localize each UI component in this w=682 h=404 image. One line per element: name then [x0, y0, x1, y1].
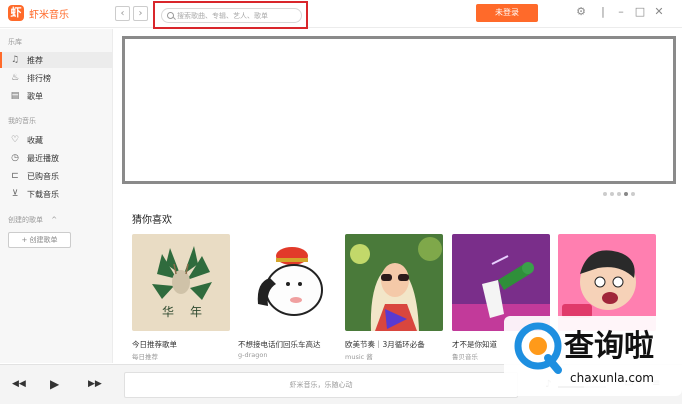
playlist-card[interactable]: 华 年 今日推荐歌单 每日推荐 [132, 234, 230, 361]
playlist-cover-image[interactable] [238, 234, 336, 331]
sidebar-item-label: 推荐 [27, 55, 43, 65]
sidebar-item-label: 歌单 [27, 91, 43, 101]
svg-text:查询啦: 查询啦 [564, 329, 654, 364]
carousel-dots [603, 192, 638, 196]
logo-icon: 虾 [8, 5, 24, 21]
search-highlight-box [153, 1, 308, 29]
collapse-toggle-icon: ^ [51, 216, 58, 224]
playlist-card[interactable]: 欧美节奏｜3月循环必备 music 酱 [345, 234, 443, 361]
playlist-card-title: 欧美节奏｜3月循环必备 [345, 340, 425, 349]
carousel-dot[interactable] [610, 192, 614, 196]
carousel-dot[interactable] [603, 192, 607, 196]
login-button[interactable]: 未登录 [476, 4, 538, 22]
sidebar-item-label: 已购音乐 [27, 171, 59, 181]
sidebar-item-purchased[interactable]: ⊏ 已购音乐 [0, 168, 112, 184]
banner-placeholder[interactable] [122, 36, 676, 184]
playlist-cover-image[interactable] [345, 234, 443, 331]
minimize-icon[interactable]: – [614, 5, 628, 19]
playlist-card-title: 不想接电话们回乐车高达 [238, 340, 321, 349]
clock-icon: ◷ [11, 153, 19, 163]
sidebar-item-favorites[interactable]: ♡ 收藏 [0, 132, 112, 148]
playlist-card-subtitle: music 酱 [345, 353, 373, 361]
search-input[interactable] [177, 10, 299, 21]
sidebar-item-label: 最近播放 [27, 153, 59, 163]
sidebar-item-label: 收藏 [27, 135, 43, 145]
now-playing-display[interactable]: 虾米音乐，乐随心动 [124, 372, 518, 398]
music-note-icon: ♫ [10, 55, 20, 65]
created-playlists-label: 创建的歌单 [8, 216, 43, 224]
previous-track-button[interactable]: ◀◀ [12, 379, 26, 389]
app-window: 虾 虾米音乐 ‹ › 未登录 ⚙ | – □ ✕ 乐库 ♫ 推荐 ♨ 排行榜 ▤ [0, 0, 682, 404]
playlist-card[interactable]: 不想接电话们回乐车高达 g-dragon [238, 234, 336, 359]
playlist-card-subtitle: g-dragon [238, 351, 268, 359]
created-playlists-heading[interactable]: 创建的歌单 ^ [8, 215, 57, 225]
sidebar-item-label: 排行榜 [27, 73, 51, 83]
playlist-icon: ▤ [10, 91, 20, 101]
sidebar-item-charts[interactable]: ♨ 排行榜 [0, 70, 112, 86]
maximize-icon[interactable]: □ [633, 5, 647, 19]
playlist-card-subtitle: 每日推荐 [132, 353, 158, 361]
heart-icon: ♡ [10, 135, 20, 145]
watermark-logo: 查询啦 chaxunla.com [504, 316, 682, 396]
app-logo[interactable]: 虾 虾米音乐 [8, 5, 69, 21]
playlist-card-title: 今日推荐歌单 [132, 340, 177, 349]
sidebar-item-playlists[interactable]: ▤ 歌单 [0, 88, 112, 104]
library-heading: 乐库 [8, 38, 22, 46]
app-name: 虾米音乐 [29, 9, 69, 21]
sidebar: 乐库 ♫ 推荐 ♨ 排行榜 ▤ 歌单 我的音乐 ♡ 收藏 ◷ 最近播放 ⊏ 已购… [0, 29, 113, 363]
search-box[interactable] [161, 8, 302, 23]
search-icon [167, 12, 174, 19]
title-bar: 虾 虾米音乐 ‹ › 未登录 ⚙ | – □ ✕ [0, 0, 682, 29]
forward-button[interactable]: › [133, 6, 148, 21]
cart-icon: ⊏ [11, 171, 19, 181]
section-title: 猜你喜欢 [132, 215, 172, 226]
create-playlist-button[interactable]: + 创建歌单 [8, 232, 71, 248]
svg-text:年: 年 [190, 305, 202, 319]
download-icon: ⊻ [11, 189, 19, 199]
svg-text:华: 华 [162, 305, 174, 319]
next-track-button[interactable]: ▶▶ [88, 379, 102, 389]
sidebar-item-recent[interactable]: ◷ 最近播放 [0, 150, 112, 166]
svg-text:chaxunla.com: chaxunla.com [570, 371, 654, 385]
sidebar-item-label: 下载音乐 [27, 189, 59, 199]
carousel-dot[interactable] [631, 192, 635, 196]
playlist-cover-image[interactable]: 华 年 [132, 234, 230, 331]
back-button[interactable]: ‹ [115, 6, 130, 21]
sidebar-item-downloads[interactable]: ⊻ 下载音乐 [0, 186, 112, 202]
thumbs-up-icon: ♨ [10, 73, 20, 83]
settings-gear-icon[interactable]: ⚙ [574, 5, 588, 19]
close-icon[interactable]: ✕ [652, 5, 666, 19]
carousel-dot-active[interactable] [624, 192, 628, 196]
sidebar-item-recommend[interactable]: ♫ 推荐 [0, 52, 112, 68]
play-button[interactable]: ▶ [50, 377, 59, 391]
separator: | [601, 5, 605, 18]
carousel-dot[interactable] [617, 192, 621, 196]
my-music-heading: 我的音乐 [8, 117, 36, 125]
